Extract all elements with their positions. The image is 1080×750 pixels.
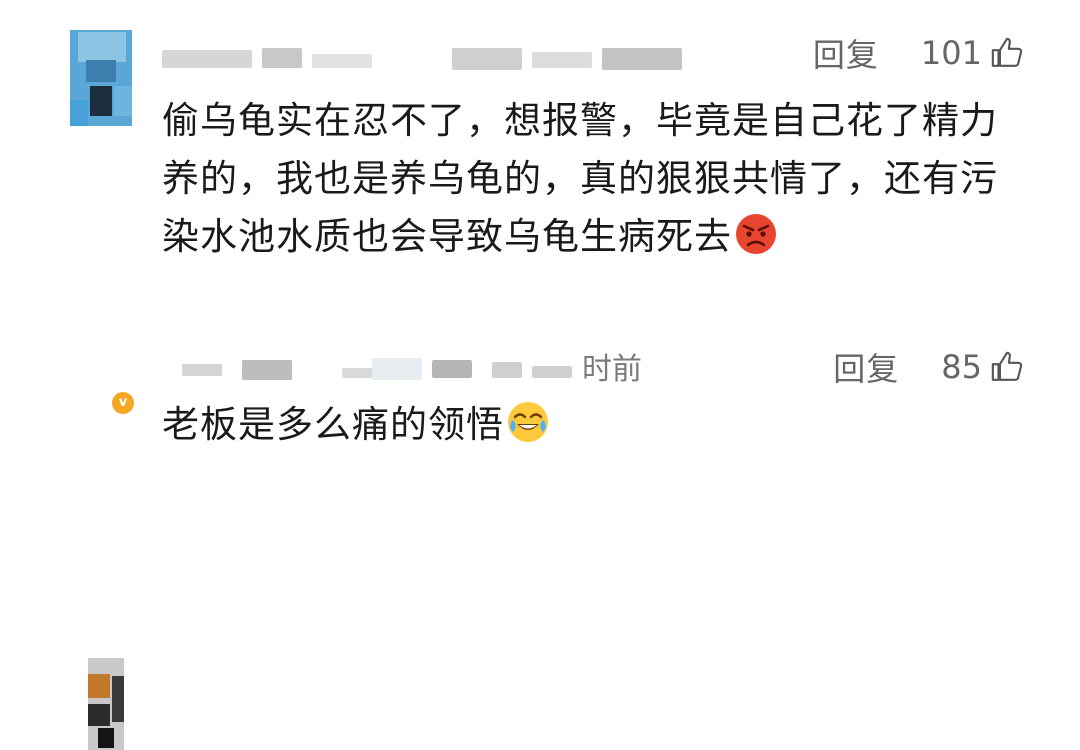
comment-actions: 回复 101 [813, 30, 1024, 76]
comment-text: 老板是多么痛的领悟 [162, 396, 1022, 454]
like-count: 85 [941, 348, 982, 386]
comment-item: v 时前 回复 85 老板是多么痛的领悟 [0, 320, 1080, 750]
verified-badge: v [110, 390, 136, 416]
thumbs-up-icon[interactable] [990, 36, 1024, 70]
comment-item: 回复 101 偷乌龟实在忍不了，想报警，毕竟是自己花了精力养的，我也是养乌龟的，… [0, 0, 1080, 300]
like-count: 101 [920, 34, 982, 72]
comment-text: 偷乌龟实在忍不了，想报警，毕竟是自己花了精力养的，我也是养乌龟的，真的狠狠共情了… [162, 92, 1022, 266]
comment-meta: 时前 [162, 344, 642, 388]
comment-meta [162, 34, 682, 74]
username-blurred[interactable] [162, 346, 582, 386]
comment-time: 时前 [582, 352, 642, 387]
reply-button[interactable]: 回复 [813, 30, 879, 76]
avatar[interactable] [70, 30, 132, 126]
crying-laughing-face-emoji [508, 402, 548, 442]
angry-face-emoji [736, 214, 776, 254]
avatar[interactable] [84, 658, 130, 750]
reply-button[interactable]: 回复 [833, 344, 899, 390]
username-blurred[interactable] [162, 34, 682, 74]
comment-text-content: 偷乌龟实在忍不了，想报警，毕竟是自己花了精力养的，我也是养乌龟的，真的狠狠共情了… [162, 99, 998, 258]
comment-text-content: 老板是多么痛的领悟 [162, 403, 504, 446]
thumbs-up-icon[interactable] [990, 350, 1024, 384]
comment-actions: 回复 85 [833, 344, 1024, 390]
